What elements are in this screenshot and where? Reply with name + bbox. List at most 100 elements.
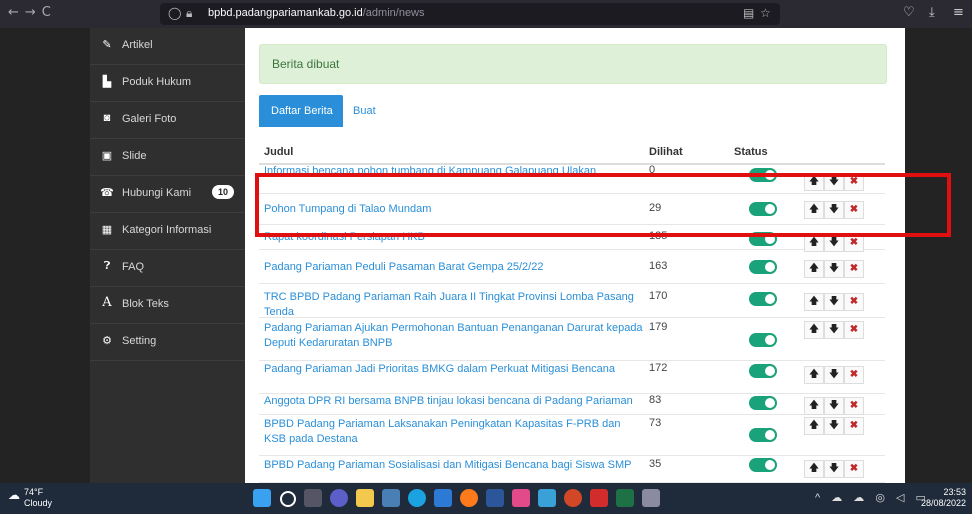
news-title-link[interactable]: BPBD Padang Pariaman Laksanakan Peningka… <box>264 417 644 447</box>
pencil-icon: ✎ <box>102 39 112 51</box>
move-up-button[interactable]: 🡅 <box>804 321 824 339</box>
windows-start-icon[interactable] <box>253 489 271 507</box>
move-up-button[interactable]: 🡅 <box>804 397 824 415</box>
news-title-link[interactable]: TRC BPBD Padang Pariaman Raih Juara II T… <box>264 290 649 320</box>
row-actions: 🡅 🡇 ✖ <box>804 321 864 339</box>
move-down-button[interactable]: 🡇 <box>824 366 844 384</box>
move-up-button[interactable]: 🡅 <box>804 293 824 311</box>
row-actions: 🡅 🡇 ✖ <box>804 260 864 278</box>
status-toggle[interactable] <box>749 396 777 410</box>
news-title-link[interactable]: Padang Pariaman Jadi Prioritas BMKG dala… <box>264 362 644 377</box>
status-toggle[interactable] <box>749 428 777 442</box>
table-row: TRC BPBD Padang Pariaman Raih Juara II T… <box>259 284 885 318</box>
news-title-link[interactable]: Padang Pariaman Ajukan Permohonan Bantua… <box>264 321 644 351</box>
gallery-icon[interactable] <box>538 489 556 507</box>
excel-icon[interactable] <box>616 489 634 507</box>
move-up-button[interactable]: 🡅 <box>804 460 824 478</box>
table-row: Padang Pariaman Jadi Prioritas BMKG dala… <box>259 361 885 394</box>
status-toggle[interactable] <box>749 364 777 378</box>
teams-chat-icon[interactable] <box>330 489 348 507</box>
status-toggle[interactable] <box>749 260 777 274</box>
powerpoint-icon[interactable] <box>564 489 582 507</box>
image-icon: ▣ <box>101 150 113 162</box>
pocket-icon[interactable]: ♡ <box>903 5 915 20</box>
task-view-icon[interactable] <box>304 489 322 507</box>
pdf-reader-icon[interactable] <box>590 489 608 507</box>
sidebar-item-label: Hubungi Kami <box>122 187 192 199</box>
tab-daftar-berita[interactable]: Daftar Berita <box>259 95 343 127</box>
photos-icon[interactable] <box>382 489 400 507</box>
status-toggle[interactable] <box>749 458 777 472</box>
sidebar-item-hubungi-kami[interactable]: ☎ Hubungi Kami 10 <box>90 176 245 213</box>
word-icon[interactable] <box>486 489 504 507</box>
row-actions: 🡅 🡇 ✖ <box>804 366 864 384</box>
move-down-button[interactable]: 🡇 <box>824 293 844 311</box>
right-margin <box>905 28 972 483</box>
store-icon[interactable] <box>434 489 452 507</box>
delete-button[interactable]: ✖ <box>844 366 864 384</box>
sidebar-item-faq[interactable]: ❓︎ FAQ <box>90 250 245 287</box>
search-icon[interactable] <box>280 491 296 507</box>
red-highlight-box <box>255 173 951 237</box>
delete-button[interactable]: ✖ <box>844 397 864 415</box>
delete-button[interactable]: ✖ <box>844 293 864 311</box>
lock-icon[interactable]: 🔒︎ <box>186 6 192 21</box>
menu-icon[interactable]: ≡ <box>953 5 964 20</box>
sidebar-item-blok-teks[interactable]: A Blok Teks <box>90 287 245 324</box>
move-down-button[interactable]: 🡇 <box>824 460 844 478</box>
reader-view-icon[interactable]: ▤ <box>743 6 754 20</box>
sidebar-item-kategori-informasi[interactable]: ▦ Kategori Informasi <box>90 213 245 250</box>
file-explorer-icon[interactable] <box>356 489 374 507</box>
delete-button[interactable]: ✖ <box>844 417 864 435</box>
url-text[interactable]: bpbd.padangpariamankab.go.id/admin/news <box>208 7 425 19</box>
move-up-button[interactable]: 🡅 <box>804 366 824 384</box>
delete-button[interactable]: ✖ <box>844 260 864 278</box>
status-toggle[interactable] <box>749 292 777 306</box>
table-row: BPBD Padang Pariaman Sosialisasi dan Mit… <box>259 456 885 483</box>
move-up-button[interactable]: 🡅 <box>804 417 824 435</box>
system-tray-icons[interactable]: ^ ☁ ☁ ◎ ◁ ▭ <box>815 491 930 504</box>
column-header-views: Dilihat <box>649 146 683 158</box>
text-icon: A <box>102 295 112 310</box>
edge-icon[interactable] <box>408 489 426 507</box>
delete-button[interactable]: ✖ <box>844 321 864 339</box>
status-toggle[interactable] <box>749 333 777 347</box>
sidebar-item-slide[interactable]: ▣ Slide <box>90 139 245 176</box>
row-actions: 🡅 🡇 ✖ <box>804 460 864 478</box>
sidebar-item-setting[interactable]: ⚙ Setting <box>90 324 245 361</box>
move-up-button[interactable]: 🡅 <box>804 260 824 278</box>
snipping-tool-icon[interactable] <box>642 489 660 507</box>
phone-icon: ☎ <box>100 187 114 199</box>
taskbar-clock[interactable]: 23:53 28/08/2022 <box>921 487 966 509</box>
app-icon[interactable] <box>512 489 530 507</box>
shield-icon[interactable]: ◯ <box>168 6 181 20</box>
camera-icon: ◙ <box>103 112 111 124</box>
question-icon: ❓︎ <box>103 260 111 272</box>
url-path: /admin/news <box>362 7 425 19</box>
news-title-link[interactable]: Anggota DPR RI bersama BNPB tinjau lokas… <box>264 394 644 409</box>
sidebar-item-artikel[interactable]: ✎ Artikel <box>90 28 245 65</box>
row-actions: 🡅 🡇 ✖ <box>804 417 864 435</box>
move-down-button[interactable]: 🡇 <box>824 321 844 339</box>
move-down-button[interactable]: 🡇 <box>824 260 844 278</box>
tab-buat[interactable]: Buat <box>353 105 376 117</box>
firefox-icon[interactable] <box>460 489 478 507</box>
table-row: Padang Pariaman Peduli Pasaman Barat Gem… <box>259 250 885 284</box>
news-title-link[interactable]: Padang Pariaman Peduli Pasaman Barat Gem… <box>264 260 644 275</box>
sidebar-item-label: Artikel <box>122 39 153 51</box>
sidebar-item-label: Galeri Foto <box>122 113 177 125</box>
view-count: 83 <box>649 394 662 406</box>
delete-button[interactable]: ✖ <box>844 460 864 478</box>
move-down-button[interactable]: 🡇 <box>824 397 844 415</box>
url-domain: bpbd.padangpariamankab.go.id <box>208 7 363 19</box>
download-icon[interactable]: ⤓ <box>929 5 935 20</box>
browser-nav-icons[interactable]: ←→C <box>8 5 57 20</box>
address-bar[interactable]: ◯ 🔒︎ bpbd.padangpariamankab.go.id/admin/… <box>160 3 780 25</box>
sidebar-item-galeri-foto[interactable]: ◙ Galeri Foto <box>90 102 245 139</box>
bookmark-star-icon[interactable]: ☆ <box>760 6 771 20</box>
column-header-status: Status <box>734 146 768 158</box>
news-title-link[interactable]: BPBD Padang Pariaman Sosialisasi dan Mit… <box>264 458 644 473</box>
sidebar-item-label: Poduk Hukum <box>122 76 192 88</box>
sidebar-item-produk-hukum[interactable]: ▙ Poduk Hukum <box>90 65 245 102</box>
move-down-button[interactable]: 🡇 <box>824 417 844 435</box>
